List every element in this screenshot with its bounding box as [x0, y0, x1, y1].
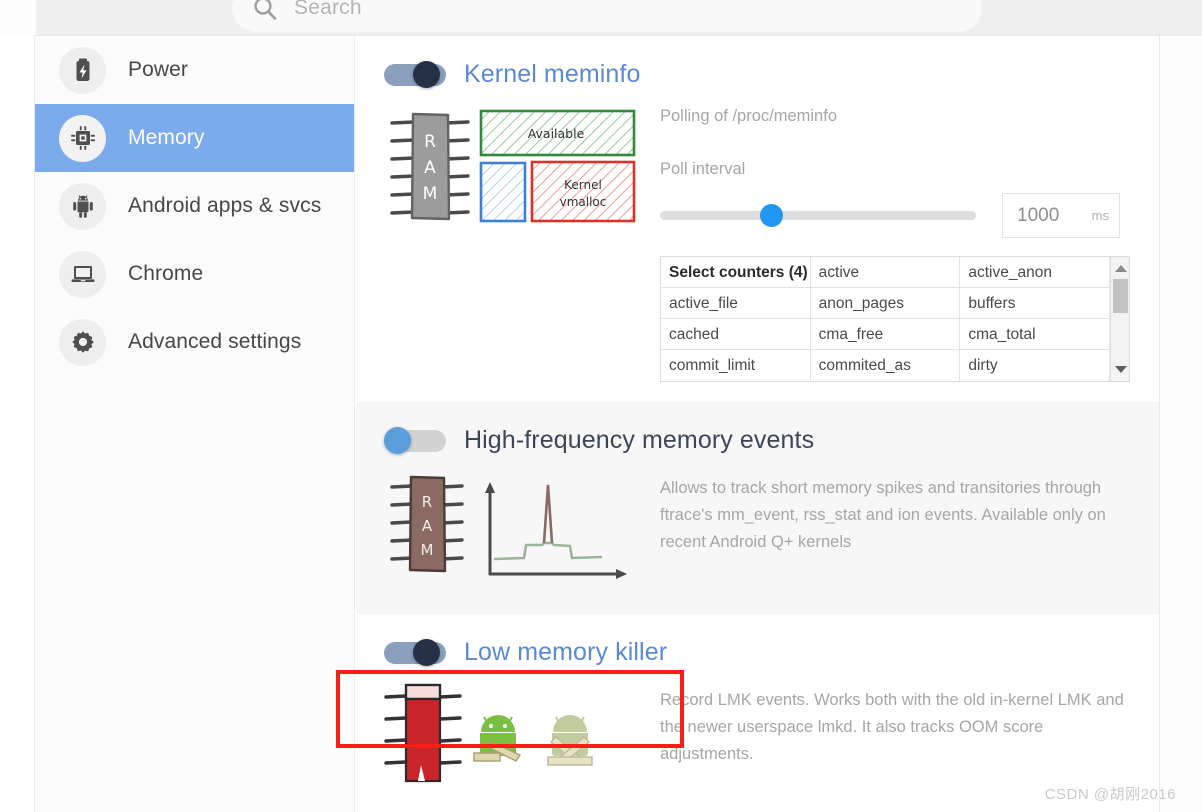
ram-spike-graph: R A M — [384, 469, 644, 594]
battery-icon — [59, 46, 106, 94]
sidebar-item-advanced-settings[interactable]: Advanced settings — [35, 308, 354, 376]
section-title: High-frequency memory events — [464, 426, 815, 454]
sidebar-item-label: Android apps & svcs — [128, 194, 322, 217]
watermark: CSDN @胡刚2016 — [1044, 786, 1176, 803]
section-body: R A M — [384, 469, 1129, 594]
section-controls: Allows to track short memory spikes and … — [644, 469, 1129, 594]
poll-interval-row: 1000 ms — [660, 193, 1130, 238]
sidebar-item-power[interactable]: Power — [35, 36, 354, 104]
sidebar-item-chrome[interactable]: Chrome — [35, 240, 354, 308]
section-low-memory-killer: Low memory killer Record LMK events. Wor… — [356, 614, 1159, 812]
top-bar-left-gutter — [0, 0, 36, 36]
counter-option[interactable]: buffers — [960, 288, 1111, 319]
section-kernel-meminfo: Kernel meminfo R A M Available Kernel vm… — [356, 36, 1159, 402]
sidebar-item-memory[interactable]: Memory — [35, 104, 354, 172]
scrollbar-thumb[interactable] — [1113, 279, 1128, 313]
section-controls: Polling of /proc/meminfo Poll interval 1… — [644, 103, 1130, 382]
top-bar: Search — [0, 0, 1202, 36]
slider-rail — [660, 210, 976, 220]
search-input[interactable]: Search — [294, 0, 362, 20]
android-icon — [59, 182, 106, 230]
svg-text:A: A — [424, 158, 436, 178]
gear-icon — [59, 318, 106, 366]
counter-option[interactable]: anon_pages — [810, 288, 961, 319]
svg-text:Available: Available — [528, 126, 585, 141]
sidebar-item-android-apps[interactable]: Android apps & svcs — [35, 172, 354, 240]
app-frame: Power Memory Android apps & svcs Chrome … — [35, 36, 1159, 812]
page-right-gutter — [1159, 36, 1202, 812]
sidebar-item-label: Memory — [128, 126, 205, 149]
counters-grid: Select counters (4) active active_anon acti… — [661, 257, 1111, 381]
toggle-kernel-meminfo[interactable] — [384, 61, 446, 88]
table-row: Select counters (4) active active_anon — [661, 257, 1111, 288]
counter-option[interactable]: active — [810, 257, 961, 288]
sidebar: Power Memory Android apps & svcs Chrome … — [35, 36, 355, 812]
section-description: Allows to track short memory spikes and … — [660, 479, 1106, 551]
toggle-knob — [384, 427, 411, 454]
counter-option[interactable]: cached — [661, 319, 811, 350]
section-description: Polling of /proc/meminfo — [660, 107, 837, 125]
search-icon — [252, 0, 278, 21]
lmk-android-diagram — [384, 681, 644, 796]
ram-meminfo-diagram: R A M Available Kernel vmalloc — [384, 103, 644, 382]
section-controls: Record LMK events. Works both with the o… — [644, 681, 1129, 796]
table-row: active_file anon_pages buffers — [661, 288, 1111, 319]
section-body: R A M — [384, 103, 1130, 382]
counter-option[interactable]: active_file — [661, 288, 811, 319]
svg-text:vmalloc: vmalloc — [560, 195, 607, 209]
toggle-low-memory-killer[interactable] — [384, 639, 446, 666]
counter-option[interactable]: dirty — [960, 350, 1111, 381]
sidebar-item-label: Chrome — [128, 262, 204, 285]
section-title: Low memory killer — [464, 638, 668, 666]
section-header: Low memory killer — [384, 638, 1129, 667]
svg-text:R: R — [424, 132, 436, 152]
toggle-knob — [413, 639, 440, 666]
svg-text:M: M — [421, 541, 434, 559]
poll-interval-label: Poll interval — [660, 160, 746, 178]
scroll-up-icon[interactable] — [1115, 265, 1127, 272]
poll-interval-slider[interactable] — [660, 203, 976, 227]
svg-text:M: M — [423, 184, 438, 204]
table-row: commit_limit commited_as dirty — [661, 350, 1111, 381]
search-bar[interactable]: Search — [232, 0, 982, 32]
section-header: Kernel meminfo — [384, 60, 1129, 89]
poll-interval-input[interactable]: 1000 ms — [1002, 193, 1120, 238]
sidebar-item-label: Power — [128, 58, 189, 81]
table-row: cached cma_free cma_total — [661, 319, 1111, 350]
counters-header-cell: Select counters (4) — [661, 257, 811, 288]
toggle-high-frequency-memory-events[interactable] — [384, 427, 446, 454]
counter-option[interactable]: commit_limit — [661, 350, 811, 381]
main-content: Kernel meminfo R A M Available Kernel vm… — [356, 36, 1159, 812]
toggle-knob — [413, 61, 440, 88]
scroll-down-icon[interactable] — [1115, 366, 1127, 373]
counter-option[interactable]: active_anon — [960, 257, 1111, 288]
svg-text:Kernel: Kernel — [564, 178, 602, 192]
counter-option[interactable]: cma_total — [960, 319, 1111, 350]
counter-option[interactable]: cma_free — [810, 319, 961, 350]
sidebar-item-label: Advanced settings — [128, 330, 302, 353]
counters-table: Select counters (4) active active_anon acti… — [660, 256, 1130, 382]
counters-scrollbar[interactable] — [1110, 257, 1129, 381]
page-left-gutter — [0, 36, 35, 812]
svg-text:R: R — [422, 493, 432, 511]
poll-interval-unit: ms — [1091, 208, 1109, 223]
slider-thumb[interactable] — [759, 203, 783, 227]
section-description: Record LMK events. Works both with the o… — [660, 691, 1124, 763]
laptop-icon — [59, 250, 106, 298]
section-title: Kernel meminfo — [464, 60, 641, 88]
section-high-frequency-memory-events: High-frequency memory events R A M Allow… — [356, 402, 1159, 614]
counter-option[interactable]: commited_as — [811, 350, 961, 381]
app-root: Search Power Memory Android apps & svcs … — [0, 0, 1202, 812]
section-header: High-frequency memory events — [384, 426, 1129, 455]
section-body: Record LMK events. Works both with the o… — [384, 681, 1129, 796]
svg-text:A: A — [422, 517, 433, 535]
poll-interval-value[interactable]: 1000 — [1017, 205, 1059, 227]
chip-icon — [59, 114, 106, 162]
